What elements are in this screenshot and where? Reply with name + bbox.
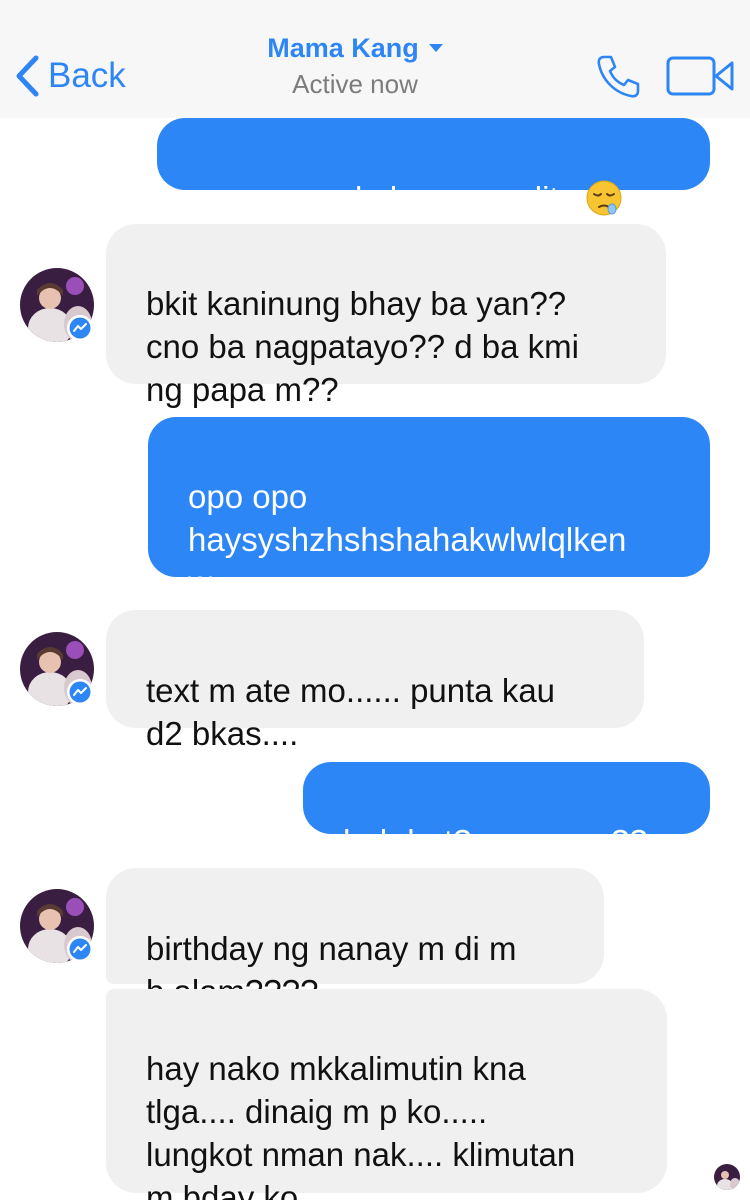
messenger-badge-icon: [66, 678, 94, 706]
messenger-badge-icon: [66, 314, 94, 342]
phone-icon: [594, 55, 642, 104]
contact-avatar[interactable]: [20, 632, 94, 706]
chat-header: Back Mama Kang Active now: [0, 0, 750, 118]
contact-avatar[interactable]: [20, 268, 94, 342]
conversation-title: Mama Kang Active now: [175, 28, 535, 100]
video-camera-icon: [666, 56, 736, 101]
message-text: manggugulo lang yun dito: [199, 180, 577, 217]
message-text: hay nako mkkalimutin kna tlga.... dinaig…: [146, 1050, 576, 1200]
contact-avatar[interactable]: [20, 889, 94, 963]
message-text: bkit kaninung bhay ba yan?? cno ba nagpa…: [146, 285, 579, 408]
caret-down-icon: [428, 44, 443, 52]
incoming-message[interactable]: text m ate mo...... punta kau d2 bkas...…: [106, 610, 644, 752]
contact-name-button[interactable]: Mama Kang: [267, 28, 443, 68]
incoming-message[interactable]: hay nako mkkalimutin kna tlga.... dinaig…: [106, 989, 667, 1200]
message-text: huh bat? anmeron??: [343, 823, 648, 860]
chevron-left-icon: [14, 55, 40, 97]
back-button[interactable]: Back: [14, 46, 126, 106]
incoming-message[interactable]: bkit kaninung bhay ba yan?? cno ba nagpa…: [106, 224, 666, 408]
contact-name: Mama Kang: [267, 33, 419, 63]
message-text: text m ate mo...... punta kau d2 bkas...…: [146, 672, 556, 752]
chat-screen: Back Mama Kang Active now manggugulo lan…: [0, 0, 750, 1200]
outgoing-message[interactable]: opo opo haysyshzhshshahakwlwlqlken w: [148, 417, 710, 601]
voice-call-button[interactable]: [594, 52, 642, 100]
message-text: opo opo haysyshzhshshahakwlwlqlken w: [188, 478, 627, 601]
outgoing-message[interactable]: manggugulo lang yun dito: [157, 118, 710, 217]
back-label: Back: [48, 56, 126, 95]
seen-indicator-avatar: [714, 1164, 740, 1190]
video-call-button[interactable]: [666, 55, 736, 97]
sleepy-face-emoji-icon: [585, 179, 623, 217]
incoming-message[interactable]: birthday ng nanay m di m b alam????: [106, 868, 604, 1010]
outgoing-message[interactable]: huh bat? anmeron??: [303, 762, 710, 860]
messenger-badge-icon: [66, 935, 94, 963]
active-status: Active now: [292, 69, 418, 99]
